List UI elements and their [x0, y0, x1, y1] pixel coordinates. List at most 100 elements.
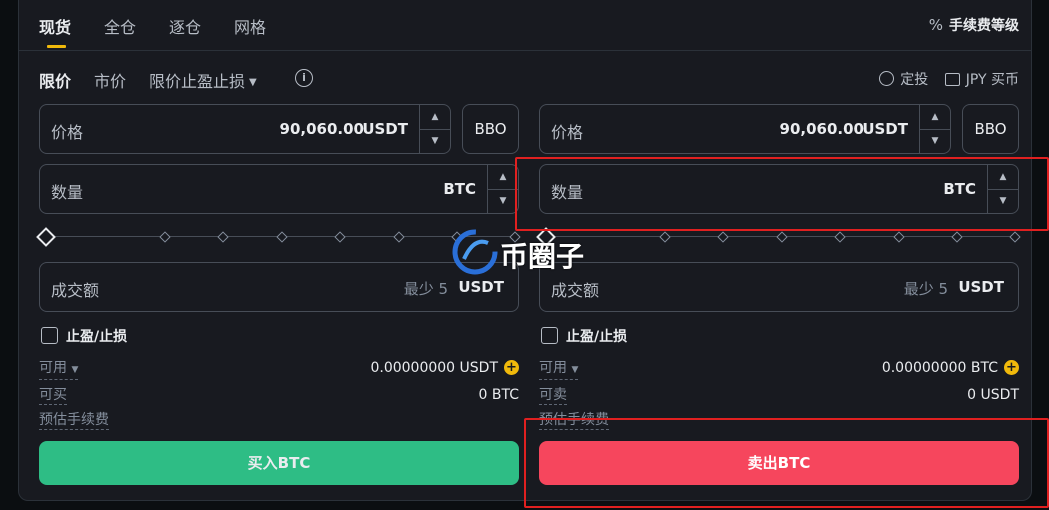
decrement-icon[interactable]: ▼ [988, 189, 1018, 213]
tab-cross[interactable]: 全仓 [104, 14, 136, 38]
slider-thumb[interactable] [36, 227, 56, 247]
caret-down-icon: ▼ [571, 365, 579, 375]
buy-max-label: 可买 [39, 387, 67, 405]
slider-tick-87[interactable] [951, 231, 963, 243]
slider-thumb[interactable] [536, 227, 556, 247]
fee-level-label: 手续费等级 [949, 18, 1019, 34]
sell-bbo-button[interactable]: BBO [962, 104, 1019, 154]
order-type-limit[interactable]: 限价 [39, 68, 71, 92]
increment-icon[interactable]: ▲ [920, 105, 950, 130]
order-type-tpsl-dropdown[interactable]: 限价止盈止损 ▼ [149, 68, 257, 92]
tab-spot[interactable]: 现货 [39, 14, 71, 38]
sell-btc-button[interactable]: 卖出BTC [539, 441, 1019, 485]
buy-fee-row: 预估手续费 [39, 412, 519, 432]
buy-price-field[interactable]: 价格 90,060.00 USDT ▲ ▼ [39, 104, 451, 154]
sell-available-row: 可用 ▼ 0.00000000 BTC + [539, 360, 1019, 380]
slider-tick-100[interactable] [509, 231, 521, 243]
sell-available-label: 可用 [539, 360, 567, 376]
buy-max-value: 0 BTC [478, 387, 519, 403]
decrement-icon[interactable]: ▼ [920, 129, 950, 153]
sell-amount-unit: BTC [943, 180, 976, 198]
checkbox[interactable] [41, 327, 58, 344]
buy-available-row: 可用 ▼ 0.00000000 USDT + [39, 360, 519, 380]
sell-amount-stepper: ▲ ▼ [987, 165, 1018, 213]
sell-available-dropdown[interactable]: 可用 ▼ [539, 360, 579, 380]
buy-amount-stepper: ▲ ▼ [487, 165, 518, 213]
sell-price-value: 90,060.00 [779, 120, 864, 138]
decrement-icon[interactable]: ▼ [420, 129, 450, 153]
buy-amount-slider[interactable] [36, 227, 521, 247]
sell-max-value: 0 USDT [967, 387, 1019, 403]
increment-icon[interactable]: ▲ [488, 165, 518, 190]
buy-fiat-label: JPY 买币 [965, 72, 1019, 88]
buy-price-value: 90,060.00 [279, 120, 364, 138]
sell-total-unit: USDT [958, 278, 1004, 296]
slider-tick-37[interactable] [217, 231, 229, 243]
buy-btc-button[interactable]: 买入BTC [39, 441, 519, 485]
buy-bbo-button[interactable]: BBO [462, 104, 519, 154]
sell-max-row: 可卖 0 USDT [539, 387, 1019, 407]
buy-available-dropdown[interactable]: 可用 ▼ [39, 360, 79, 380]
increment-icon[interactable]: ▲ [988, 165, 1018, 190]
trade-panel: 现货 全仓 逐仓 网格 % 手续费等级 限价 市价 限价止盈止损 ▼ i 定投 JP… [18, 0, 1032, 501]
slider-tick-50[interactable] [776, 231, 788, 243]
sell-amount-field[interactable]: 数量 BTC ▲ ▼ [539, 164, 1019, 214]
buy-price-label: 价格 [51, 123, 84, 142]
shopping-bag-icon [944, 73, 960, 86]
buy-amount-field[interactable]: 数量 BTC ▲ ▼ [39, 164, 519, 214]
buy-tpsl-toggle[interactable]: 止盈/止损 [41, 326, 127, 346]
sell-amount-label: 数量 [551, 183, 584, 202]
deposit-plus-icon[interactable]: + [1004, 360, 1019, 375]
slider-tick-100[interactable] [1009, 231, 1021, 243]
percent-icon: % [928, 16, 943, 34]
sell-price-unit: USDT [862, 120, 908, 138]
slider-tick-87[interactable] [451, 231, 463, 243]
buy-btc-label: 买入BTC [247, 454, 311, 472]
sell-price-field[interactable]: 价格 90,060.00 USDT ▲ ▼ [539, 104, 951, 154]
buy-amount-label: 数量 [51, 183, 84, 202]
sell-fee-row: 预估手续费 [539, 412, 1019, 432]
order-type-tpsl-label: 限价止盈止损 [149, 72, 246, 91]
slider-tick-62[interactable] [834, 231, 846, 243]
slider-tick-25[interactable] [659, 231, 671, 243]
decrement-icon[interactable]: ▼ [488, 189, 518, 213]
buy-total-min: 最少 5 [403, 280, 448, 298]
buy-max-row: 可买 0 BTC [39, 387, 519, 407]
sell-price-label: 价格 [551, 123, 584, 142]
slider-tick-75[interactable] [393, 231, 405, 243]
buy-price-unit: USDT [362, 120, 408, 138]
caret-down-icon: ▼ [249, 77, 257, 88]
increment-icon[interactable]: ▲ [420, 105, 450, 130]
sell-total-label: 成交额 [551, 281, 600, 300]
buy-total-unit: USDT [458, 278, 504, 296]
sell-total-field[interactable]: 成交额 最少 5 USDT [539, 262, 1019, 312]
slider-tick-75[interactable] [893, 231, 905, 243]
order-type-market[interactable]: 市价 [94, 68, 126, 92]
recurring-buy-link[interactable]: 定投 [873, 69, 928, 89]
buy-available-label: 可用 [39, 360, 67, 376]
buy-fiat-link[interactable]: JPY 买币 [939, 69, 1019, 89]
buy-fee-label: 预估手续费 [39, 412, 109, 430]
slider-tick-62[interactable] [334, 231, 346, 243]
slider-tick-25[interactable] [159, 231, 171, 243]
sell-fee-label: 预估手续费 [539, 412, 609, 430]
slider-tick-37[interactable] [717, 231, 729, 243]
deposit-plus-icon[interactable]: + [504, 360, 519, 375]
checkbox[interactable] [541, 327, 558, 344]
top-right-links: 定投 JPY 买币 [867, 69, 1019, 89]
sell-total-min: 最少 5 [903, 280, 948, 298]
sell-tpsl-toggle[interactable]: 止盈/止损 [541, 326, 627, 346]
tab-grid[interactable]: 网格 [234, 14, 266, 38]
buy-available-value-wrap: 0.00000000 USDT + [370, 360, 519, 376]
fee-level-link[interactable]: % 手续费等级 [929, 15, 1019, 35]
sell-btc-label: 卖出BTC [747, 454, 811, 472]
info-icon[interactable]: i [295, 69, 313, 87]
sell-amount-slider[interactable] [536, 227, 1021, 247]
sell-price-stepper: ▲ ▼ [919, 105, 950, 153]
caret-down-icon: ▼ [71, 365, 79, 375]
buy-total-field[interactable]: 成交额 最少 5 USDT [39, 262, 519, 312]
slider-tick-50[interactable] [276, 231, 288, 243]
tab-isolated[interactable]: 逐仓 [169, 14, 201, 38]
buy-amount-unit: BTC [443, 180, 476, 198]
sell-max-label: 可卖 [539, 387, 567, 405]
